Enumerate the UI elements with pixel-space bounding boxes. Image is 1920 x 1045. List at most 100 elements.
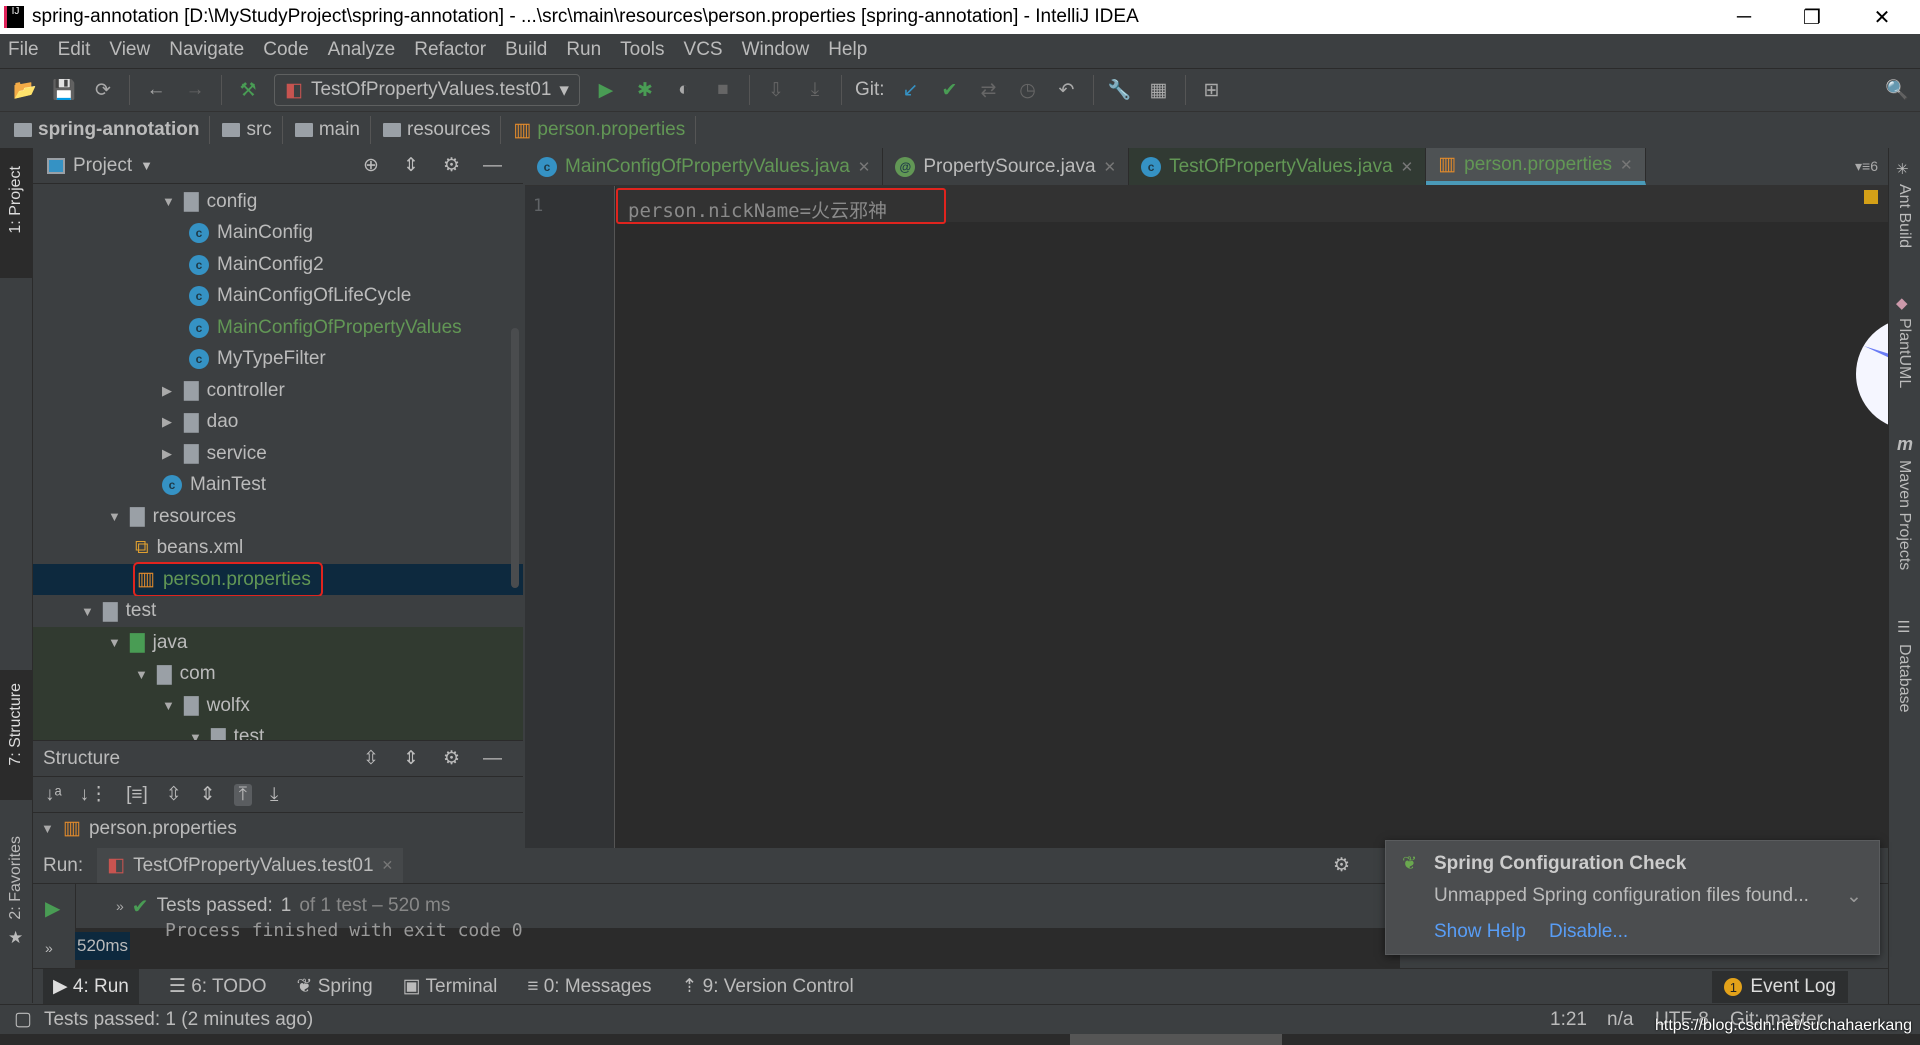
collapse-triangle-icon[interactable]: ▼ (108, 635, 122, 650)
tab-testofpropertyvalues[interactable]: c TestOfPropertyValues.java ✕ (1129, 148, 1427, 185)
collapse-all-icon[interactable]: ⇕ (200, 783, 216, 806)
tree-scrollbar[interactable] (511, 328, 519, 588)
tree-item[interactable]: ▼ ▇ com (135, 659, 216, 690)
expand-triangle-icon[interactable]: ▶ (162, 383, 176, 399)
disable-link[interactable]: Disable... (1549, 921, 1628, 943)
tab-person-properties[interactable]: ▥ person.properties ✕ (1426, 148, 1646, 185)
save-icon[interactable]: 💾 (51, 77, 77, 103)
git-update-icon[interactable]: ↙ (898, 77, 924, 103)
sort-by-type-icon[interactable]: ↓⋮ (80, 783, 109, 806)
vcs-push-icon[interactable]: ⤓ (802, 77, 828, 103)
menu-build[interactable]: Build (505, 39, 547, 61)
breadcrumb-resources[interactable]: resources (383, 116, 502, 144)
settings-wrench-icon[interactable]: 🔧 (1107, 77, 1133, 103)
tree-item[interactable]: ▥ person.properties (133, 562, 323, 597)
expand-all-icon[interactable]: ⇳ (166, 783, 182, 806)
breadcrumb-file[interactable]: ▥ person.properties (513, 116, 697, 144)
run-configuration-select[interactable]: ◧ TestOfPropertyValues.test01 ▾ (274, 74, 580, 106)
history-icon[interactable]: ◷ (1015, 77, 1041, 103)
tree-item[interactable]: ▶ ▇ dao (162, 407, 238, 438)
expand-all-icon[interactable]: ⇳ (363, 747, 379, 770)
show-help-link[interactable]: Show Help (1434, 921, 1526, 943)
favorites-tool-button[interactable]: 2: Favorites (7, 836, 25, 920)
tree-item[interactable]: c MainConfigOfLifeCycle (189, 281, 411, 312)
tree-item[interactable]: ▼ ▇ test (81, 596, 156, 627)
back-icon[interactable]: ← (143, 77, 169, 103)
gear-icon[interactable]: ⚙ (443, 154, 460, 177)
inspection-status-icon[interactable] (1864, 190, 1878, 204)
line-separator[interactable]: n/a (1607, 1009, 1633, 1031)
sdk-icon[interactable]: ⊞ (1199, 77, 1225, 103)
menu-help[interactable]: Help (828, 39, 867, 61)
collapse-triangle-icon[interactable]: ▼ (81, 604, 95, 619)
tree-item[interactable]: c MainConfig (189, 218, 313, 249)
event-log-button[interactable]: 1 Event Log (1712, 971, 1848, 1003)
toggle-tool-windows-icon[interactable]: ▢ (14, 1008, 32, 1031)
structure-root[interactable]: ▼ ▥ person.properties (41, 813, 237, 844)
sort-alphabetically-icon[interactable]: ↓ᵃ (45, 784, 62, 806)
project-view-select[interactable]: Project (73, 155, 132, 177)
coverage-icon[interactable]: ◐ (671, 77, 697, 103)
gear-icon[interactable]: ⚙ (443, 747, 460, 770)
collapse-triangle-icon[interactable]: ▼ (135, 667, 149, 682)
breadcrumb-src[interactable]: src (222, 116, 283, 144)
more-icon[interactable]: » (45, 940, 53, 956)
database-tool-button[interactable]: Database (1895, 644, 1913, 713)
ant-build-tool-button[interactable]: Ant Build (1895, 184, 1913, 248)
menu-run[interactable]: Run (566, 39, 601, 61)
locate-icon[interactable]: ⊕ (363, 154, 379, 177)
expand-triangle-icon[interactable]: ▼ (41, 821, 55, 836)
forward-icon[interactable]: → (182, 77, 208, 103)
build-hammer-icon[interactable]: ⚒ (235, 77, 261, 103)
menu-navigate[interactable]: Navigate (169, 39, 244, 61)
tool-tab-terminal[interactable]: ▣ Terminal (403, 975, 498, 998)
close-button[interactable]: ✕ (1852, 0, 1912, 34)
autoscroll-to-source-icon[interactable]: ⤒ (233, 783, 252, 806)
open-folder-icon[interactable]: 📂 (12, 77, 38, 103)
minimize-button[interactable]: ─ (1714, 0, 1774, 34)
tool-tab-todo[interactable]: ☰ 6: TODO (169, 975, 267, 998)
menu-analyze[interactable]: Analyze (328, 39, 396, 61)
tree-item[interactable]: c MyTypeFilter (189, 344, 326, 375)
menu-tools[interactable]: Tools (620, 39, 664, 61)
tree-item[interactable]: c MainConfig2 (189, 249, 324, 280)
maven-projects-tool-button[interactable]: Maven Projects (1895, 460, 1913, 570)
project-tool-button[interactable]: 1: Project (7, 166, 25, 234)
tree-item[interactable]: c MainConfigOfPropertyValues (189, 312, 462, 343)
breadcrumb-main[interactable]: main (294, 116, 371, 144)
menu-vcs[interactable]: VCS (684, 39, 723, 61)
chevron-down-icon[interactable]: ⌄ (1846, 885, 1862, 908)
stop-icon[interactable]: ■ (710, 77, 736, 103)
revert-icon[interactable]: ↶ (1054, 77, 1080, 103)
tree-item[interactable]: ▼ ▇ java (108, 627, 187, 658)
structure-tool-button[interactable]: 7: Structure (7, 683, 25, 766)
run-icon[interactable]: ▶ (593, 77, 619, 103)
hide-panel-icon[interactable]: — (483, 155, 502, 177)
expand-triangle-icon[interactable]: ▶ (162, 414, 176, 430)
menu-file[interactable]: File (8, 39, 39, 61)
tab-propertysource[interactable]: @ PropertySource.java ✕ (883, 148, 1130, 185)
chevron-down-icon[interactable]: ▼ (140, 158, 153, 173)
collapse-all-icon[interactable]: ⇕ (403, 747, 419, 770)
caret-position[interactable]: 1:21 (1550, 1009, 1587, 1031)
project-structure-icon[interactable]: ▦ (1146, 77, 1172, 103)
menu-view[interactable]: View (109, 39, 150, 61)
close-tab-icon[interactable]: ✕ (858, 158, 871, 176)
tool-tab-messages[interactable]: ≡ 0: Messages (527, 976, 651, 998)
tree-item[interactable]: ▶ ▇ service (162, 438, 267, 469)
tool-tab-version-control[interactable]: ⇡ 9: Version Control (681, 975, 853, 998)
restore-button[interactable]: ❐ (1782, 0, 1842, 34)
menu-window[interactable]: Window (742, 39, 810, 61)
gear-icon[interactable]: ⚙ (1333, 854, 1350, 877)
tab-mainconfigofpropertyvalues[interactable]: c MainConfigOfPropertyValues.java ✕ (525, 148, 884, 185)
tool-tab-run[interactable]: ▶ 4: Run (43, 969, 139, 1004)
menu-refactor[interactable]: Refactor (414, 39, 486, 61)
menu-code[interactable]: Code (263, 39, 308, 61)
menu-edit[interactable]: Edit (58, 39, 91, 61)
expand-icon[interactable]: » (116, 898, 124, 914)
tool-tab-spring[interactable]: ❦ Spring (297, 975, 373, 998)
collapse-triangle-icon[interactable]: ▼ (162, 194, 176, 209)
close-tab-icon[interactable]: ✕ (1104, 158, 1117, 176)
search-icon[interactable]: 🔍 (1884, 77, 1910, 103)
close-tab-icon[interactable]: ✕ (382, 857, 394, 874)
